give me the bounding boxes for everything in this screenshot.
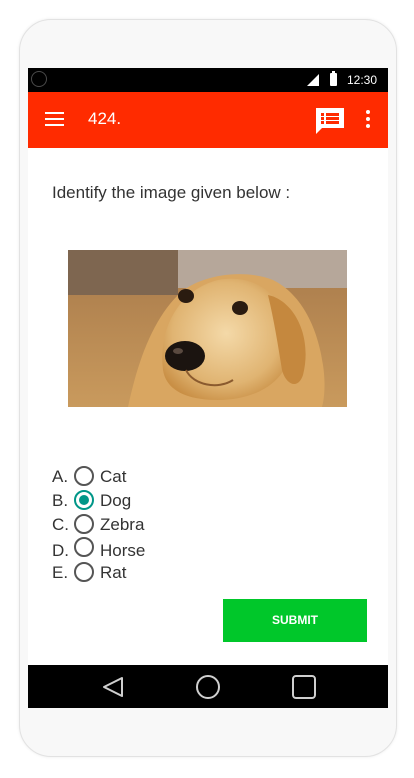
- camera-icon: [31, 71, 47, 87]
- question-image: [68, 250, 347, 407]
- battery-icon: [330, 71, 337, 86]
- option-e[interactable]: E. Rat: [52, 561, 192, 585]
- option-label: Horse: [100, 541, 146, 560]
- app-bar: 424.: [28, 92, 388, 148]
- radio-button[interactable]: [74, 466, 94, 486]
- signal-icon: [307, 74, 319, 86]
- recent-apps-icon[interactable]: [292, 675, 316, 699]
- more-vert-icon[interactable]: [362, 110, 374, 130]
- radio-button[interactable]: [74, 537, 94, 557]
- menu-icon[interactable]: [45, 112, 64, 128]
- option-letter: E.: [52, 563, 69, 582]
- option-label: Cat: [100, 467, 127, 486]
- option-b[interactable]: B. Dog: [52, 489, 192, 513]
- device-screen: 12:30 424. Identify the image given belo…: [28, 68, 388, 708]
- status-time: 12:30: [347, 73, 378, 87]
- option-letter: B.: [52, 491, 69, 510]
- option-letter: A.: [52, 467, 69, 486]
- back-icon[interactable]: [101, 676, 125, 698]
- question-number: 424.: [88, 109, 122, 128]
- feedback-icon[interactable]: [315, 107, 345, 135]
- option-d[interactable]: D. Horse: [52, 537, 192, 561]
- option-label: Zebra: [100, 515, 145, 534]
- question-text: Identify the image given below :: [52, 183, 291, 202]
- option-letter: C.: [52, 515, 69, 534]
- status-bar: 12:30: [28, 68, 388, 92]
- option-label: Dog: [100, 491, 132, 510]
- submit-button[interactable]: SUBMIT: [223, 599, 367, 642]
- option-c[interactable]: C. Zebra: [52, 513, 192, 537]
- navigation-bar: [28, 665, 388, 708]
- radio-button-checked[interactable]: [74, 490, 94, 510]
- option-letter: D.: [52, 541, 69, 560]
- option-a[interactable]: A. Cat: [52, 465, 192, 489]
- option-label: Rat: [100, 563, 127, 582]
- radio-button[interactable]: [74, 562, 94, 582]
- home-icon[interactable]: [196, 675, 220, 699]
- radio-button[interactable]: [74, 514, 94, 534]
